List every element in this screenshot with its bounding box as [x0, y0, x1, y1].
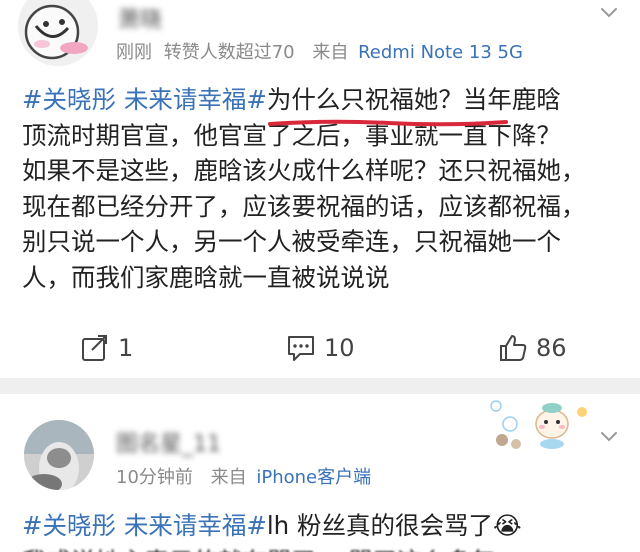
share-button[interactable]: 1 [80, 330, 133, 366]
share-icon [82, 335, 107, 361]
post-meta: 刚刚 转赞人数超过70 来自 Redmi Note 13 5G [116, 38, 523, 64]
thumbs-up-icon [500, 335, 527, 361]
post-time: 10分钟前 [116, 467, 193, 488]
share-count: 1 [118, 334, 134, 362]
content-line: 人，而我们家鹿晗就一直被说说说 [22, 262, 390, 292]
topic-hashtag[interactable]: #关晓彤 未来请幸福# [22, 511, 267, 540]
repost-count-note: 转赞人数超过70 [163, 42, 295, 63]
post-card: 萧晓 刚刚 转赞人数超过70 来自 Redmi Note 13 5G #关晓彤 … [0, 0, 640, 378]
content-line: lh 粉丝真的很会骂了 [266, 511, 493, 540]
comment-count: 10 [324, 334, 355, 362]
source-label: 来自 [210, 467, 247, 488]
chevron-down-icon[interactable] [600, 4, 618, 22]
content-line: 我成说她主表示的就在骂了 一骂了这么多年 [22, 544, 622, 552]
post-time: 刚刚 [116, 42, 152, 63]
avatar[interactable] [24, 420, 94, 490]
comment-button[interactable]: 10 [286, 330, 355, 366]
content-line: 现在都已经分开了，应该要祝福的话，应该都祝福， [22, 191, 586, 221]
fan-sticker-decoration [490, 400, 587, 449]
source-device[interactable]: Redmi Note 13 5G [358, 42, 523, 63]
content-line: 如果不是这些，鹿晗该火成什么样呢？还只祝福她， [22, 156, 586, 185]
source-device[interactable]: iPhone客户端 [256, 467, 371, 488]
topic-hashtag[interactable]: #关晓彤 未来请幸福# [22, 85, 267, 114]
content-line: 为什么只祝福她？当年鹿晗 [266, 85, 561, 114]
source-label: 来自 [312, 42, 349, 63]
comment-icon [288, 336, 314, 361]
chevron-down-icon[interactable] [600, 428, 618, 446]
post-separator [0, 378, 640, 394]
post-meta: 10分钟前 来自 iPhone客户端 [116, 463, 371, 489]
action-bar: 1 10 86 [0, 330, 640, 366]
avatar[interactable] [18, 0, 98, 66]
crying-emoji-icon: 😭 [492, 511, 522, 540]
post-content: #关晓彤 未来请幸福#为什么只祝福她？当年鹿晗 顶流时期官宣，他官宣了之后，事业… [22, 82, 622, 295]
username[interactable]: 图名星_11 [116, 426, 221, 458]
post-card: 图名星_11 10分钟前 来自 iPhone客户端 #关晓彤 未来请幸福#lh … [0, 394, 640, 552]
like-button[interactable]: 86 [498, 330, 567, 366]
like-count: 86 [536, 334, 567, 362]
username[interactable]: 萧晓 [118, 2, 162, 34]
content-line: 别只说一个人，另一个人被受牵连，只祝福她一个 [22, 227, 561, 256]
red-underline-annotation [268, 119, 508, 127]
post-content: #关晓彤 未来请幸福#lh 粉丝真的很会骂了😭 我成说她主表示的就在骂了 一骂了… [22, 508, 622, 552]
